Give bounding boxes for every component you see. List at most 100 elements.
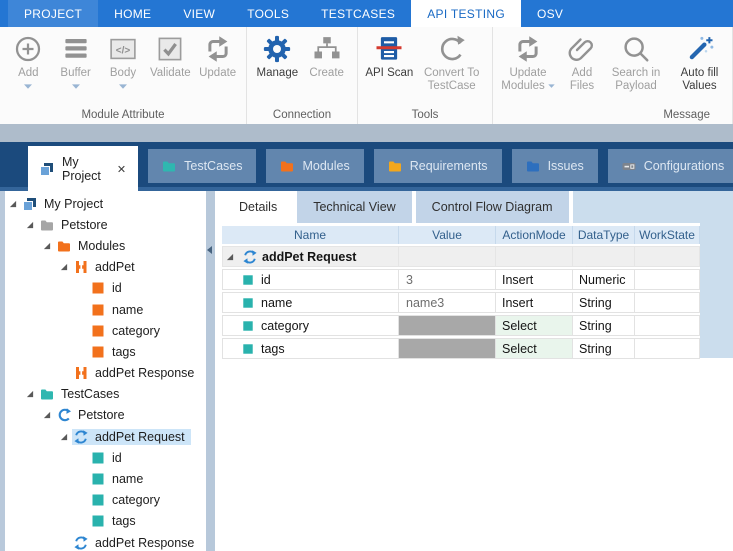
tree-item-content[interactable]: addPet Response xyxy=(72,535,200,551)
tree-item-content[interactable]: id xyxy=(89,280,128,296)
tree-item-name[interactable]: name xyxy=(5,299,206,320)
panel-tab-technical-view[interactable]: Technical View xyxy=(297,191,411,223)
ribbon-button-manage[interactable]: Manage xyxy=(256,33,298,80)
cell-name[interactable]: addPet Request xyxy=(222,246,399,267)
ribbon-button-update-modules[interactable]: Update Modules xyxy=(495,33,561,93)
tree-item-addpet-request[interactable]: addPet Request xyxy=(5,426,206,447)
tree-item-content[interactable]: tags xyxy=(89,344,142,360)
tree-item-content[interactable]: Petstore xyxy=(55,407,131,423)
collapse-left-icon[interactable] xyxy=(207,246,212,254)
cell-work-state[interactable] xyxy=(635,269,700,290)
ribbon-button-convert-to-testcase[interactable]: Convert To TestCase xyxy=(419,33,485,93)
menu-tab-home[interactable]: HOME xyxy=(98,0,167,27)
grid-row-name[interactable]: namename3InsertString xyxy=(222,292,700,313)
menu-tab-tools[interactable]: TOOLS xyxy=(231,0,305,27)
cell-name[interactable]: name xyxy=(222,292,399,313)
expander-icon[interactable] xyxy=(26,221,34,229)
menu-tab-view[interactable]: VIEW xyxy=(167,0,231,27)
menu-tab-project[interactable]: PROJECT xyxy=(8,0,98,27)
cell-value[interactable] xyxy=(399,315,496,336)
tree-item-category[interactable]: category xyxy=(5,490,206,511)
tree-item-id[interactable]: id xyxy=(5,447,206,468)
expander-icon[interactable] xyxy=(226,253,234,261)
cell-work-state[interactable] xyxy=(635,246,700,267)
tree-item-content[interactable]: TestCases xyxy=(38,386,125,402)
tree-item-content[interactable]: category xyxy=(89,492,166,508)
cell-name[interactable]: tags xyxy=(222,338,399,359)
cell-action-mode[interactable]: Insert xyxy=(496,269,573,290)
tree-item-content[interactable]: addPet xyxy=(72,259,141,275)
cell-value[interactable] xyxy=(399,338,496,359)
cell-value[interactable] xyxy=(399,246,496,267)
grid-row-category[interactable]: category SelectString xyxy=(222,315,700,336)
cell-data-type[interactable]: String xyxy=(573,338,635,359)
panel-tab-details[interactable]: Details xyxy=(223,191,293,223)
menu-tab-testcases[interactable]: TESTCASES xyxy=(305,0,411,27)
tree-item-content[interactable]: name xyxy=(89,471,149,487)
tree-item-addpet-response[interactable]: addPet Response xyxy=(5,532,206,551)
expander-icon[interactable] xyxy=(43,411,51,419)
tree-item-content[interactable]: addPet Request xyxy=(72,429,191,445)
chevron-down-icon[interactable] xyxy=(119,84,127,89)
cell-data-type[interactable]: String xyxy=(573,315,635,336)
cell-data-type[interactable]: String xyxy=(573,292,635,313)
ribbon-button-api-scan[interactable]: API Scan xyxy=(365,33,413,80)
doc-tab-configurations[interactable]: Configurations xyxy=(608,149,733,183)
panel-tab-control-flow-diagram[interactable]: Control Flow Diagram xyxy=(416,191,569,223)
ribbon-button-update[interactable]: Update xyxy=(197,33,239,80)
column-header-datatype[interactable]: DataType xyxy=(573,226,635,244)
tree-item-my-project[interactable]: My Project xyxy=(5,193,206,214)
column-header-workstate[interactable]: WorkState xyxy=(635,226,700,244)
tree-item-content[interactable]: name xyxy=(89,302,149,318)
cell-value[interactable]: 3 xyxy=(399,269,496,290)
chevron-down-icon[interactable] xyxy=(72,84,80,89)
menu-tab-api-testing[interactable]: API TESTING xyxy=(411,0,521,27)
tree-item-content[interactable]: Petstore xyxy=(38,217,114,233)
column-header-actionmode[interactable]: ActionMode xyxy=(496,226,573,244)
ribbon-button-buffer[interactable]: Buffer xyxy=(55,33,97,89)
grid-row-addpet-request[interactable]: addPet Request xyxy=(222,246,700,267)
cell-data-type[interactable] xyxy=(573,246,635,267)
ribbon-button-create[interactable]: Create xyxy=(306,33,348,80)
expander-icon[interactable] xyxy=(43,242,51,250)
tree-item-tags[interactable]: tags xyxy=(5,511,206,532)
cell-action-mode[interactable]: Select xyxy=(496,315,573,336)
tree-item-category[interactable]: category xyxy=(5,320,206,341)
ribbon-button-validate[interactable]: Validate xyxy=(149,33,191,80)
tree-item-addpet[interactable]: addPet xyxy=(5,257,206,278)
tree-item-petstore[interactable]: Petstore xyxy=(5,405,206,426)
panel-splitter[interactable] xyxy=(206,191,215,551)
ribbon-button-add-files[interactable]: Add Files xyxy=(561,33,603,93)
doc-tab-modules[interactable]: Modules xyxy=(266,149,363,183)
chevron-down-icon[interactable] xyxy=(24,84,32,89)
expander-icon[interactable] xyxy=(60,263,68,271)
close-icon[interactable]: ✕ xyxy=(117,163,126,176)
cell-work-state[interactable] xyxy=(635,315,700,336)
tree-item-content[interactable]: addPet Response xyxy=(72,365,200,381)
tree-item-tags[interactable]: tags xyxy=(5,341,206,362)
cell-action-mode[interactable] xyxy=(496,246,573,267)
cell-name[interactable]: category xyxy=(222,315,399,336)
tree-item-content[interactable]: id xyxy=(89,450,128,466)
tree-item-testcases[interactable]: TestCases xyxy=(5,384,206,405)
column-header-value[interactable]: Value xyxy=(399,226,496,244)
tree-item-content[interactable]: Modules xyxy=(55,238,131,254)
doc-tab-issues[interactable]: Issues xyxy=(512,149,598,183)
cell-action-mode[interactable]: Insert xyxy=(496,292,573,313)
doc-tab-my-project[interactable]: My Project✕ xyxy=(28,146,138,192)
tree-item-name[interactable]: name xyxy=(5,468,206,489)
chevron-down-icon[interactable] xyxy=(548,84,555,88)
tree-item-content[interactable]: My Project xyxy=(21,196,109,212)
tree-item-petstore[interactable]: Petstore xyxy=(5,214,206,235)
tree-item-addpet-response[interactable]: addPet Response xyxy=(5,363,206,384)
grid-row-id[interactable]: id3InsertNumeric xyxy=(222,269,700,290)
tree-item-content[interactable]: category xyxy=(89,323,166,339)
expander-icon[interactable] xyxy=(9,200,17,208)
ribbon-button-add[interactable]: Add xyxy=(7,33,49,89)
expander-icon[interactable] xyxy=(60,433,68,441)
cell-action-mode[interactable]: Select xyxy=(496,338,573,359)
cell-data-type[interactable]: Numeric xyxy=(573,269,635,290)
ribbon-button-search-in-payload[interactable]: Search in Payload xyxy=(603,33,669,93)
cell-name[interactable]: id xyxy=(222,269,399,290)
cell-work-state[interactable] xyxy=(635,292,700,313)
